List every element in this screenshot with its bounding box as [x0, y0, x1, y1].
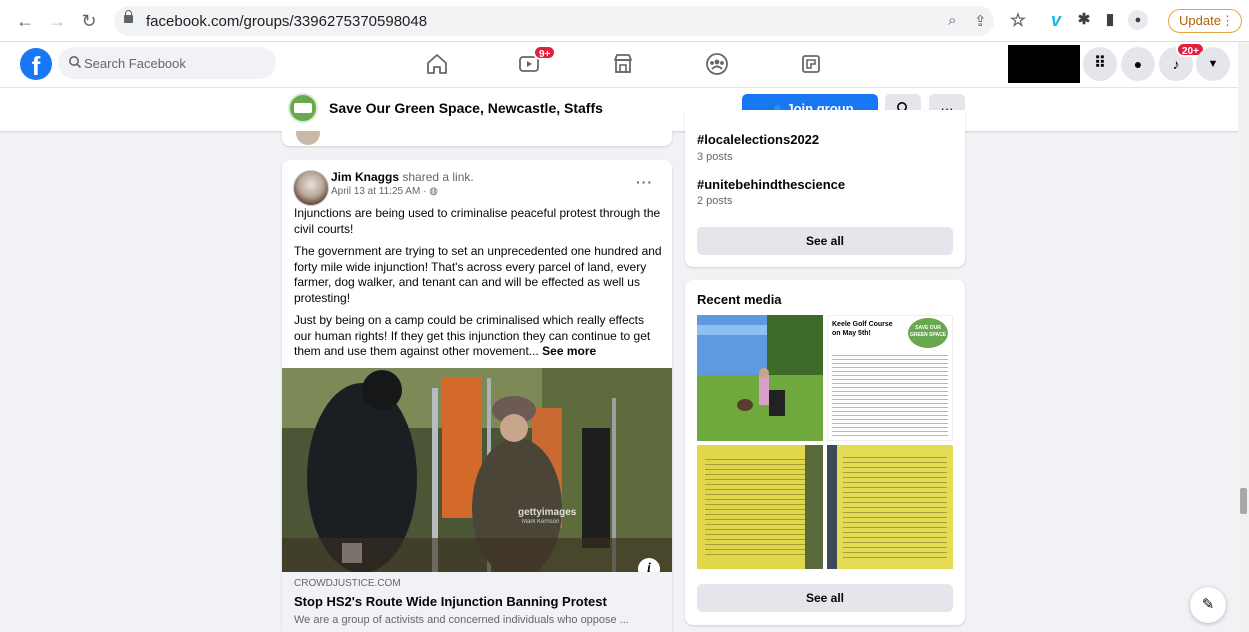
author-avatar[interactable]	[293, 170, 329, 206]
search-icon	[69, 56, 82, 69]
media-thumbnail-park[interactable]	[697, 315, 823, 441]
post-paragraph-2: The government are trying to set an unpr…	[294, 244, 662, 305]
post-timestamp[interactable]: April 13 at 11:25 AM · ◍	[331, 186, 438, 197]
link-domain: CROWDJUSTICE.COM	[294, 578, 401, 589]
update-button[interactable]: Update ⋮	[1168, 9, 1242, 33]
topics-see-all-button[interactable]: See all	[697, 227, 953, 255]
account-caret-icon[interactable]: ▼	[1196, 47, 1230, 81]
group-post: Jim Knaggs shared a link. April 13 at 11…	[282, 160, 672, 632]
post-photo[interactable]: gettyimages Mark Kerrison i	[282, 368, 672, 572]
redacted-profile-block	[1008, 45, 1080, 83]
watch-badge: 9+	[533, 45, 557, 60]
page-scrollbar[interactable]	[1238, 42, 1249, 632]
facebook-header: f 9+ ⠿ ● ♪ 20+ ▼	[0, 42, 1249, 88]
browser-toolbar: ← → ↻ facebook.com/groups/33962753705980…	[0, 0, 1249, 42]
letter-lines	[705, 455, 805, 559]
photo-watermark: gettyimages	[518, 507, 577, 518]
globe-icon: ◍	[429, 186, 438, 197]
flyer-heading: Keele Golf Course on May 5th!	[832, 321, 893, 337]
url-text[interactable]: facebook.com/groups/3396275370598048	[146, 13, 427, 30]
gaming-icon[interactable]	[797, 50, 825, 78]
topic-tag[interactable]: #localelections2022	[697, 132, 819, 147]
messenger-icon[interactable]: ●	[1121, 47, 1155, 81]
protest-photo-illustration	[282, 368, 672, 572]
media-see-all-button[interactable]: See all	[697, 584, 953, 612]
search-input[interactable]	[84, 47, 272, 79]
topic-count: 3 posts	[697, 151, 733, 163]
bookmark-star-icon[interactable]: ☆	[1008, 10, 1028, 30]
reload-icon[interactable]: ↻	[78, 10, 100, 32]
letter-edge	[827, 445, 837, 569]
profile-avatar-icon[interactable]: ●	[1128, 10, 1148, 30]
facebook-logo-icon[interactable]: f	[20, 48, 52, 80]
media-thumbnail-flyer[interactable]: Keele Golf Course on May 5th! SAVE OUR G…	[827, 315, 953, 441]
address-bar[interactable]: facebook.com/groups/3396275370598048 ⌕ ⇪	[114, 6, 994, 36]
post-paragraph-3: Just by being on a camp could be crimina…	[294, 313, 664, 360]
flyer-text-lines	[832, 352, 948, 436]
scrollbar-thumb[interactable]	[1240, 488, 1247, 514]
side-panel-icon[interactable]: ▮	[1100, 10, 1120, 30]
avatar	[296, 131, 320, 145]
link-description: We are a group of activists and concerne…	[294, 614, 629, 626]
group-avatar[interactable]	[288, 93, 318, 123]
letter-edge	[805, 445, 823, 569]
recent-media-title: Recent media	[697, 292, 782, 307]
extensions-puzzle-icon[interactable]: ✱	[1074, 10, 1094, 30]
link-preview[interactable]: CROWDJUSTICE.COM Stop HS2's Route Wide I…	[282, 572, 672, 632]
link-title[interactable]: Stop HS2's Route Wide Injunction Banning…	[294, 594, 607, 609]
recent-media-card: Recent media Keele Golf Course on May 5t…	[685, 280, 965, 625]
topics-card: #localelections2022 3 posts #unitebehind…	[685, 110, 965, 267]
vimeo-extension-icon[interactable]: v	[1046, 10, 1066, 30]
post-date[interactable]: April 13 at 11:25 AM ·	[331, 186, 429, 197]
photo-credit: Mark Kerrison	[522, 519, 560, 525]
search-box[interactable]	[58, 47, 276, 79]
update-label: Update	[1179, 13, 1221, 28]
groups-icon[interactable]	[703, 50, 731, 78]
forward-arrow-icon[interactable]: →	[46, 10, 68, 32]
chrome-menu-icon[interactable]: ⋮	[1221, 10, 1234, 32]
lock-icon	[124, 10, 133, 23]
post-paragraph-1: Injunctions are being used to criminalis…	[294, 206, 661, 236]
zoom-icon[interactable]: ⌕	[948, 12, 956, 29]
new-message-compose-icon[interactable]: ✎	[1190, 587, 1226, 623]
home-icon[interactable]	[423, 50, 451, 78]
menu-grid-icon[interactable]: ⠿	[1083, 47, 1117, 81]
share-icon[interactable]: ⇪	[974, 12, 987, 30]
post-paragraph-3-text: Just by being on a camp could be crimina…	[294, 313, 651, 358]
park-photo	[697, 315, 823, 441]
flyer-badge: SAVE OUR GREEN SPACE	[908, 318, 948, 348]
topic-tag[interactable]: #unitebehindthescience	[697, 177, 845, 192]
topic-count: 2 posts	[697, 195, 733, 207]
previous-post-card	[282, 131, 672, 146]
author-name[interactable]: Jim Knaggs	[331, 170, 399, 184]
media-thumbnail-letter-1[interactable]	[697, 445, 823, 569]
post-action: shared a link.	[402, 170, 474, 184]
post-options-button[interactable]: ···	[636, 174, 653, 190]
back-arrow-icon[interactable]: ←	[14, 10, 36, 32]
group-header: Save Our Green Space, Newcastle, Staffs …	[0, 88, 1249, 131]
post-author-line: Jim Knaggs shared a link.	[331, 170, 474, 184]
see-more-link[interactable]: See more	[542, 344, 596, 358]
letter-lines	[843, 453, 947, 561]
marketplace-icon[interactable]	[609, 50, 637, 78]
group-name[interactable]: Save Our Green Space, Newcastle, Staffs	[329, 100, 603, 116]
media-thumbnail-letter-2[interactable]	[827, 445, 953, 569]
